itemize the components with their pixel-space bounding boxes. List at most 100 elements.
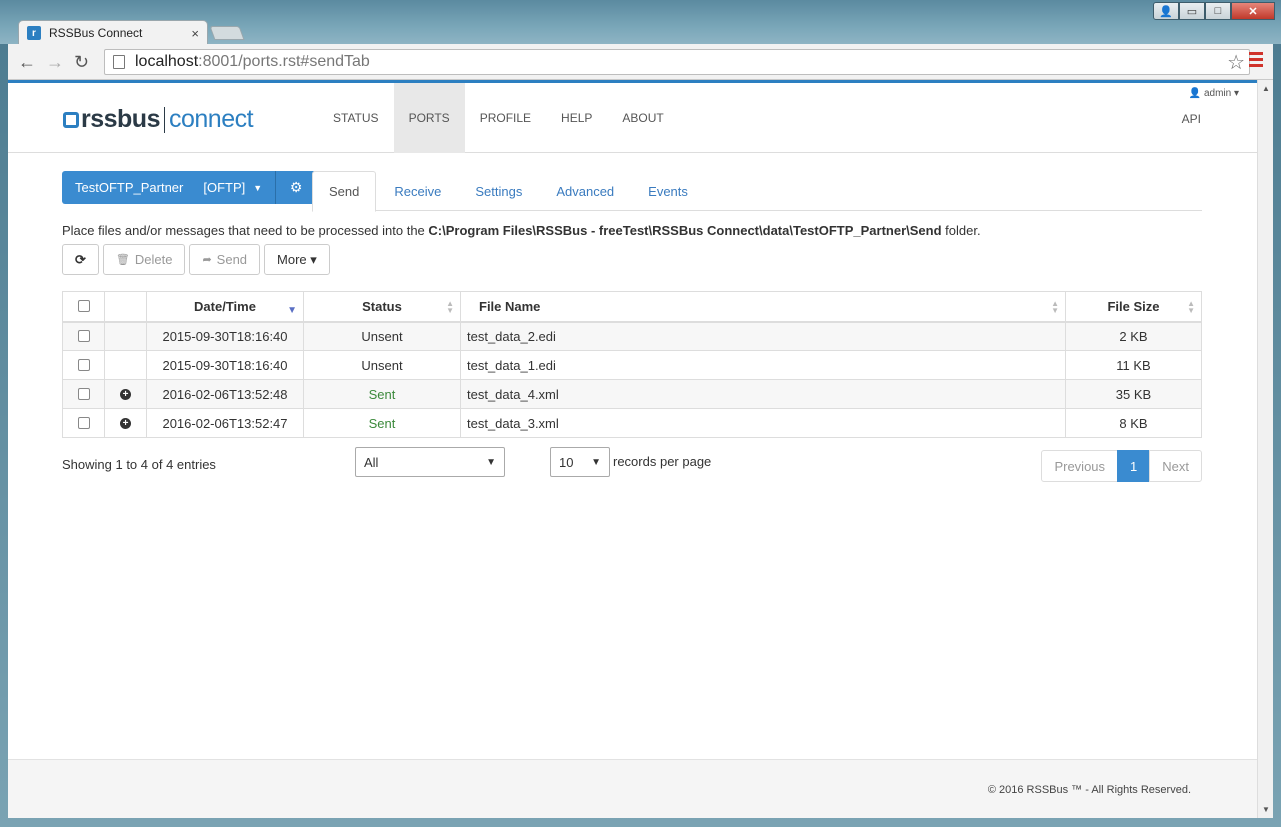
- send-button[interactable]: ➦ Send: [189, 244, 261, 275]
- rssbus-logo-icon: [63, 111, 79, 128]
- rssbus-favicon-icon: r: [27, 26, 41, 40]
- caret-down-icon: ▼: [253, 182, 263, 193]
- url-path: :8001/ports.rst#sendTab: [198, 53, 370, 70]
- sort-icon: ▲ ▼: [446, 299, 454, 315]
- bookmark-star-icon[interactable]: ☆: [1227, 50, 1245, 75]
- send-label: Send: [216, 252, 248, 267]
- row-expand-cell: +: [104, 408, 147, 438]
- nav-status[interactable]: STATUS: [318, 83, 394, 153]
- next-page-button[interactable]: Next: [1149, 450, 1202, 482]
- minimize-button[interactable]: ▭: [1179, 2, 1205, 20]
- url-host: localhost: [135, 53, 199, 70]
- header-datetime[interactable]: Date/Time ▼: [146, 291, 304, 323]
- entries-info: Showing 1 to 4 of 4 entries: [62, 457, 216, 472]
- user-icon: 👤: [1188, 88, 1202, 99]
- admin-label: admin ▾: [1203, 88, 1239, 99]
- nav-profile[interactable]: PROFILE: [465, 83, 546, 153]
- row-checkbox[interactable]: [77, 330, 90, 343]
- page-1-button[interactable]: 1: [1117, 450, 1151, 482]
- select-all-header: [62, 291, 105, 323]
- row-checkbox[interactable]: [77, 359, 90, 371]
- cell-filename: test_data_4.xml: [460, 379, 1066, 409]
- dropdown-arrow-icon: ▼: [591, 456, 601, 468]
- send-folder-info: Place files and/or messages that need to…: [62, 223, 981, 238]
- user-icon[interactable]: 👤: [1153, 2, 1179, 20]
- maximize-button[interactable]: □: [1205, 2, 1231, 20]
- dropdown-arrow-icon: ▼: [486, 456, 496, 468]
- header-filesize[interactable]: File Size ▲ ▼: [1065, 291, 1202, 323]
- more-button[interactable]: More ▾: [264, 244, 330, 275]
- table-header-row: Date/Time ▼ Status ▲ ▼ File Name ▲ ▼ File Siz…: [62, 291, 1202, 323]
- tab-events[interactable]: Events: [632, 171, 704, 211]
- address-bar[interactable]: localhost :8001/ports.rst#sendTab ☆: [104, 49, 1250, 75]
- row-checkbox[interactable]: [77, 417, 90, 429]
- send-folder-path: C:\Program Files\RSSBus - freeTest\RSSBu…: [428, 223, 942, 238]
- per-page-select[interactable]: 10 ▼: [550, 447, 610, 477]
- tab-send[interactable]: Send: [312, 171, 377, 212]
- tab-receive[interactable]: Receive: [378, 171, 457, 211]
- expand-plus-icon[interactable]: +: [120, 417, 131, 429]
- browser-menu-icon[interactable]: [1249, 52, 1263, 67]
- new-tab-button[interactable]: [209, 26, 245, 40]
- browser-toolbar: ← → ↻ localhost :8001/ports.rst#sendTab …: [8, 44, 1273, 80]
- port-settings-gear-icon[interactable]: ⚙: [276, 171, 317, 204]
- share-icon: ➦: [202, 254, 212, 266]
- nav-help[interactable]: HELP: [546, 83, 607, 153]
- back-icon[interactable]: ←: [18, 52, 36, 73]
- row-select-cell: [62, 408, 105, 438]
- cell-filesize: 8 KB: [1065, 408, 1202, 438]
- close-window-button[interactable]: ✕: [1231, 2, 1275, 20]
- reload-icon[interactable]: ↻: [74, 52, 89, 73]
- nav-api[interactable]: API: [1182, 112, 1201, 126]
- action-toolbar: ⟳ 🗑 Delete ➦ Send More ▾: [62, 244, 330, 275]
- tab-advanced[interactable]: Advanced: [540, 171, 630, 211]
- tab-title: RSSBus Connect: [49, 26, 143, 40]
- select-all-checkbox[interactable]: [77, 300, 90, 313]
- refresh-button[interactable]: ⟳: [62, 244, 99, 275]
- cell-status: Sent: [303, 408, 461, 438]
- app-header: rssbus connect STATUS PORTS PROFILE HELP…: [8, 83, 1257, 153]
- forward-icon[interactable]: →: [46, 52, 64, 73]
- vertical-scrollbar[interactable]: ▲ ▼: [1257, 80, 1273, 818]
- cell-status: Unsent: [303, 350, 461, 380]
- files-table: Date/Time ▼ Status ▲ ▼ File Name ▲ ▼ File Siz…: [62, 291, 1202, 438]
- scroll-down-icon[interactable]: ▼: [1262, 805, 1270, 814]
- header-status[interactable]: Status ▲ ▼: [303, 291, 461, 323]
- expand-plus-icon[interactable]: +: [120, 388, 131, 400]
- cell-datetime: 2015-09-30T18:16:40: [146, 321, 304, 351]
- header-filesize-label: File Size: [1107, 298, 1160, 314]
- header-status-label: Status: [362, 298, 402, 314]
- cell-filesize: 35 KB: [1065, 379, 1202, 409]
- cell-datetime: 2016-02-06T13:52:48: [146, 379, 304, 409]
- table-row[interactable]: + 2016-02-06T13:52:47 Sent test_data_3.x…: [62, 408, 1202, 438]
- row-expand-cell: [104, 321, 147, 351]
- rssbus-connect-logo[interactable]: rssbus connect: [63, 105, 254, 134]
- info-prefix: Place files and/or messages that need to…: [62, 223, 429, 238]
- delete-button[interactable]: 🗑 Delete: [102, 244, 186, 275]
- nav-about[interactable]: ABOUT: [607, 83, 678, 153]
- tab-close-icon[interactable]: ×: [191, 26, 199, 41]
- previous-page-button[interactable]: Previous: [1041, 450, 1119, 482]
- sort-desc-icon: ▼: [287, 305, 297, 316]
- port-name: TestOFTP_Partner: [75, 180, 184, 195]
- header-datetime-label: Date/Time: [194, 298, 256, 314]
- status-filter-select[interactable]: All ▼: [355, 447, 505, 477]
- scroll-up-icon[interactable]: ▲: [1262, 84, 1270, 93]
- pagination: Previous 1 Next: [1041, 450, 1202, 482]
- browser-tab[interactable]: r RSSBus Connect ×: [18, 20, 208, 45]
- header-filename-label: File Name: [479, 298, 541, 314]
- table-row[interactable]: 2015-09-30T18:16:40 Unsent test_data_2.e…: [62, 321, 1202, 351]
- header-filename[interactable]: File Name ▲ ▼: [460, 291, 1066, 323]
- row-checkbox[interactable]: [77, 388, 90, 400]
- expand-header: [104, 291, 147, 323]
- nav-ports[interactable]: PORTS: [393, 83, 465, 153]
- logo-text-connect: connect: [168, 105, 254, 133]
- port-selector: TestOFTP_Partner [OFTP] ▼ ⚙: [62, 171, 317, 204]
- tab-settings[interactable]: Settings: [459, 171, 538, 211]
- cell-filesize: 2 KB: [1065, 321, 1202, 351]
- sort-icon: ▲ ▼: [1051, 299, 1059, 315]
- port-dropdown-button[interactable]: TestOFTP_Partner [OFTP] ▼: [62, 171, 277, 204]
- table-row[interactable]: + 2016-02-06T13:52:48 Sent test_data_4.x…: [62, 379, 1202, 409]
- admin-menu[interactable]: 👤 admin ▾: [1189, 88, 1239, 99]
- table-row[interactable]: 2015-09-30T18:16:40 Unsent test_data_1.e…: [62, 350, 1202, 380]
